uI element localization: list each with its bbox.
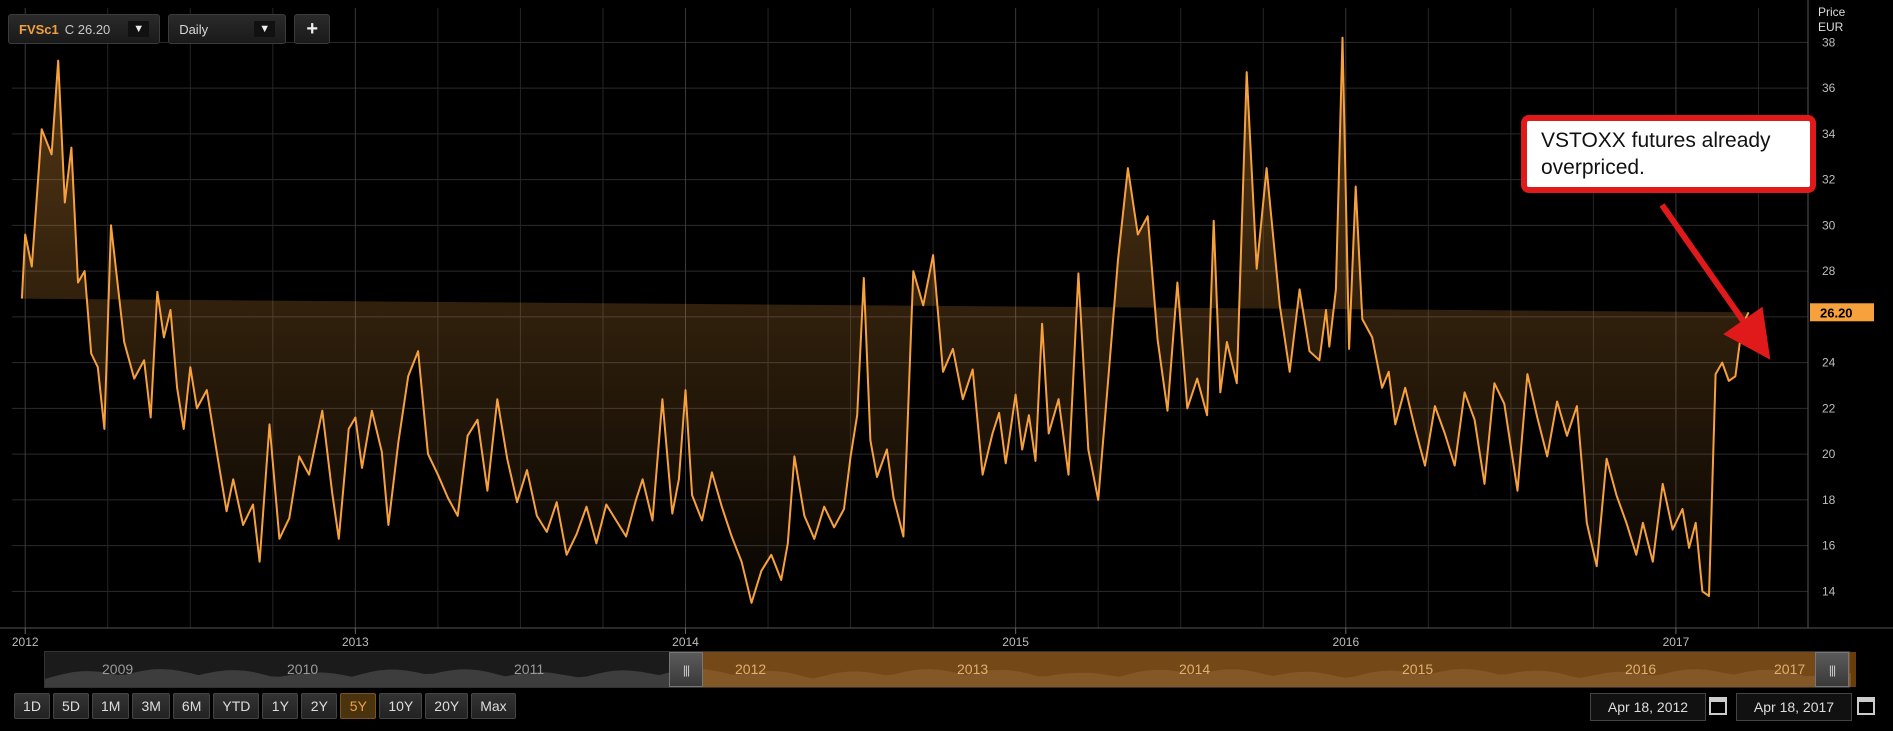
range-button-3m[interactable]: 3M <box>132 693 170 719</box>
navigator-left-handle[interactable]: ||| <box>669 652 703 687</box>
price-chart[interactable]: 14161820222426283032343638PriceEUR26.20 … <box>0 0 1893 655</box>
annotation-callout: VSTOXX futures already overpriced. <box>1521 115 1816 193</box>
frequency-dropdown[interactable]: Daily ▼ <box>168 14 287 44</box>
y-tick-label: 16 <box>1822 539 1836 553</box>
navigator-year-label: 2016 <box>1625 661 1657 677</box>
instrument-code: FVSc1 <box>19 21 59 37</box>
range-button-20y[interactable]: 20Y <box>425 693 469 719</box>
navigator-year-label: 2017 <box>1774 661 1806 677</box>
x-tick-label: 2015 <box>1002 635 1029 649</box>
y-tick-label: 24 <box>1822 356 1836 370</box>
range-button-6m[interactable]: 6M <box>172 693 211 719</box>
range-button-1m[interactable]: 1M <box>92 693 130 719</box>
range-button-10y[interactable]: 10Y <box>379 693 423 719</box>
grip-icon: ||| <box>682 662 690 677</box>
navigator-year-label: 2011 <box>514 661 545 677</box>
plus-icon: + <box>306 17 319 40</box>
navigator-year-label: 2014 <box>1179 661 1211 677</box>
chart-toolbar: FVSc1 C 26.20 ▼ Daily ▼ + <box>8 14 331 46</box>
range-button-group: 1D 5D 1M 3M 6M YTD 1Y 2Y 5Y 10Y 20Y Max <box>14 693 516 719</box>
range-button-ytd[interactable]: YTD <box>213 693 260 719</box>
close-price-label: C 26.20 <box>64 21 111 37</box>
y-tick-label: 28 <box>1822 264 1836 278</box>
navigator-year-label: 2010 <box>287 661 319 677</box>
calendar-icon[interactable] <box>1857 697 1875 715</box>
add-series-button[interactable]: + <box>294 14 331 44</box>
navigator-year-label: 2013 <box>957 661 989 677</box>
frequency-value: Daily <box>179 21 209 37</box>
y-axis-unit: EUR <box>1818 20 1844 34</box>
y-axis-title: Price <box>1818 5 1846 19</box>
y-tick-label: 32 <box>1822 173 1836 187</box>
last-price-value: 26.20 <box>1820 305 1853 320</box>
range-button-max[interactable]: Max <box>471 693 516 719</box>
range-button-1d[interactable]: 1D <box>14 693 50 719</box>
range-button-5d[interactable]: 5D <box>53 693 89 719</box>
x-tick-label: 2014 <box>672 635 699 649</box>
range-button-1y[interactable]: 1Y <box>262 693 299 719</box>
navigator-selection[interactable] <box>669 652 1856 687</box>
navigator-year-label: 2012 <box>735 661 767 677</box>
annotation-text: VSTOXX futures already overpriced. <box>1541 129 1771 179</box>
x-tick-label: 2013 <box>342 635 369 649</box>
range-button-5y[interactable]: 5Y <box>340 693 377 719</box>
x-axis: 2012 2013 2014 2015 2016 2017 <box>12 628 1690 649</box>
calendar-icon[interactable] <box>1709 697 1727 715</box>
y-tick-label: 36 <box>1822 81 1836 95</box>
y-tick-label: 22 <box>1822 401 1836 415</box>
x-tick-label: 2017 <box>1663 635 1690 649</box>
range-button-2y[interactable]: 2Y <box>301 693 338 719</box>
start-date-field[interactable]: Apr 18, 2012 <box>1590 693 1706 721</box>
y-tick-label: 18 <box>1822 493 1836 507</box>
y-tick-label: 14 <box>1822 584 1836 598</box>
chevron-down-icon[interactable]: ▼ <box>128 21 150 37</box>
x-tick-label: 2012 <box>12 635 39 649</box>
y-axis: 14161820222426283032343638PriceEUR26.20 <box>1810 5 1874 598</box>
chevron-down-icon[interactable]: ▼ <box>254 21 276 37</box>
navigator-year-label: 2009 <box>102 661 134 677</box>
y-tick-label: 30 <box>1822 218 1836 232</box>
grip-icon: ||| <box>1828 662 1836 677</box>
y-tick-label: 20 <box>1822 447 1836 461</box>
y-tick-label: 38 <box>1822 35 1836 49</box>
navigator-year-label: 2015 <box>1402 661 1434 677</box>
end-date-field[interactable]: Apr 18, 2017 <box>1736 693 1852 721</box>
series-area <box>21 37 1749 603</box>
navigator-right-handle[interactable]: ||| <box>1815 652 1849 687</box>
y-tick-label: 34 <box>1822 127 1836 141</box>
instrument-selector[interactable]: FVSc1 C 26.20 ▼ <box>8 14 161 44</box>
time-navigator[interactable]: ||| ||| 2009 2010 2011 2012 2013 2014 20… <box>44 651 1856 688</box>
x-tick-label: 2016 <box>1332 635 1359 649</box>
